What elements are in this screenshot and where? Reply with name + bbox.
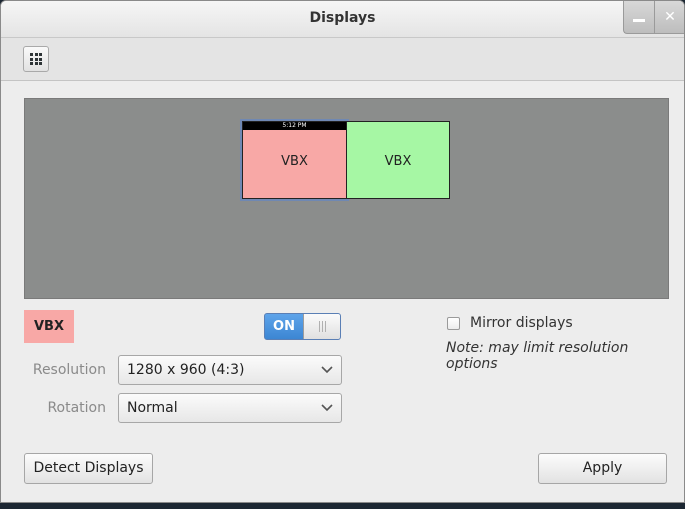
all-settings-button[interactable] xyxy=(23,46,49,72)
resolution-value: 1280 x 960 (4:3) xyxy=(127,362,245,378)
mirror-displays-label[interactable]: Mirror displays xyxy=(470,315,573,331)
detect-displays-button[interactable]: Detect Displays xyxy=(24,453,153,484)
toolbar xyxy=(1,38,684,81)
rotation-dropdown[interactable]: Normal xyxy=(118,393,342,423)
monitor-top-panel: 5:12 PM xyxy=(243,122,346,130)
mirror-displays-checkbox[interactable] xyxy=(447,317,460,330)
toggle-knob[interactable] xyxy=(303,314,340,339)
chevron-down-icon xyxy=(321,404,333,412)
rotation-value: Normal xyxy=(127,400,178,416)
mirror-note: Note: may limit resolution options xyxy=(446,340,629,372)
monitor-preview-secondary[interactable]: VBX xyxy=(346,121,450,199)
selected-display-name: VBX xyxy=(24,310,74,343)
window-title: Displays xyxy=(309,10,376,26)
displays-window: Displays ✕ 5:12 PM VBX VBX VBX ON Mirror… xyxy=(0,0,685,503)
display-power-toggle[interactable]: ON xyxy=(264,313,341,340)
close-button[interactable]: ✕ xyxy=(654,1,684,34)
resolution-label: Resolution xyxy=(32,362,106,378)
monitor-label: VBX xyxy=(281,154,308,169)
grid-icon xyxy=(30,53,42,65)
monitor-label: VBX xyxy=(384,154,412,169)
resolution-dropdown[interactable]: 1280 x 960 (4:3) xyxy=(118,355,342,385)
title-bar[interactable]: Displays ✕ xyxy=(1,1,684,38)
minimize-icon xyxy=(633,19,645,22)
monitor-preview-primary[interactable]: 5:12 PM VBX xyxy=(242,121,347,199)
toggle-on-label: ON xyxy=(265,314,303,339)
apply-button[interactable]: Apply xyxy=(538,453,667,484)
chevron-down-icon xyxy=(321,366,333,374)
minimize-button[interactable] xyxy=(623,1,654,34)
rotation-label: Rotation xyxy=(47,400,106,416)
display-arrangement-preview: 5:12 PM VBX VBX xyxy=(24,98,669,299)
close-icon: ✕ xyxy=(664,9,676,25)
